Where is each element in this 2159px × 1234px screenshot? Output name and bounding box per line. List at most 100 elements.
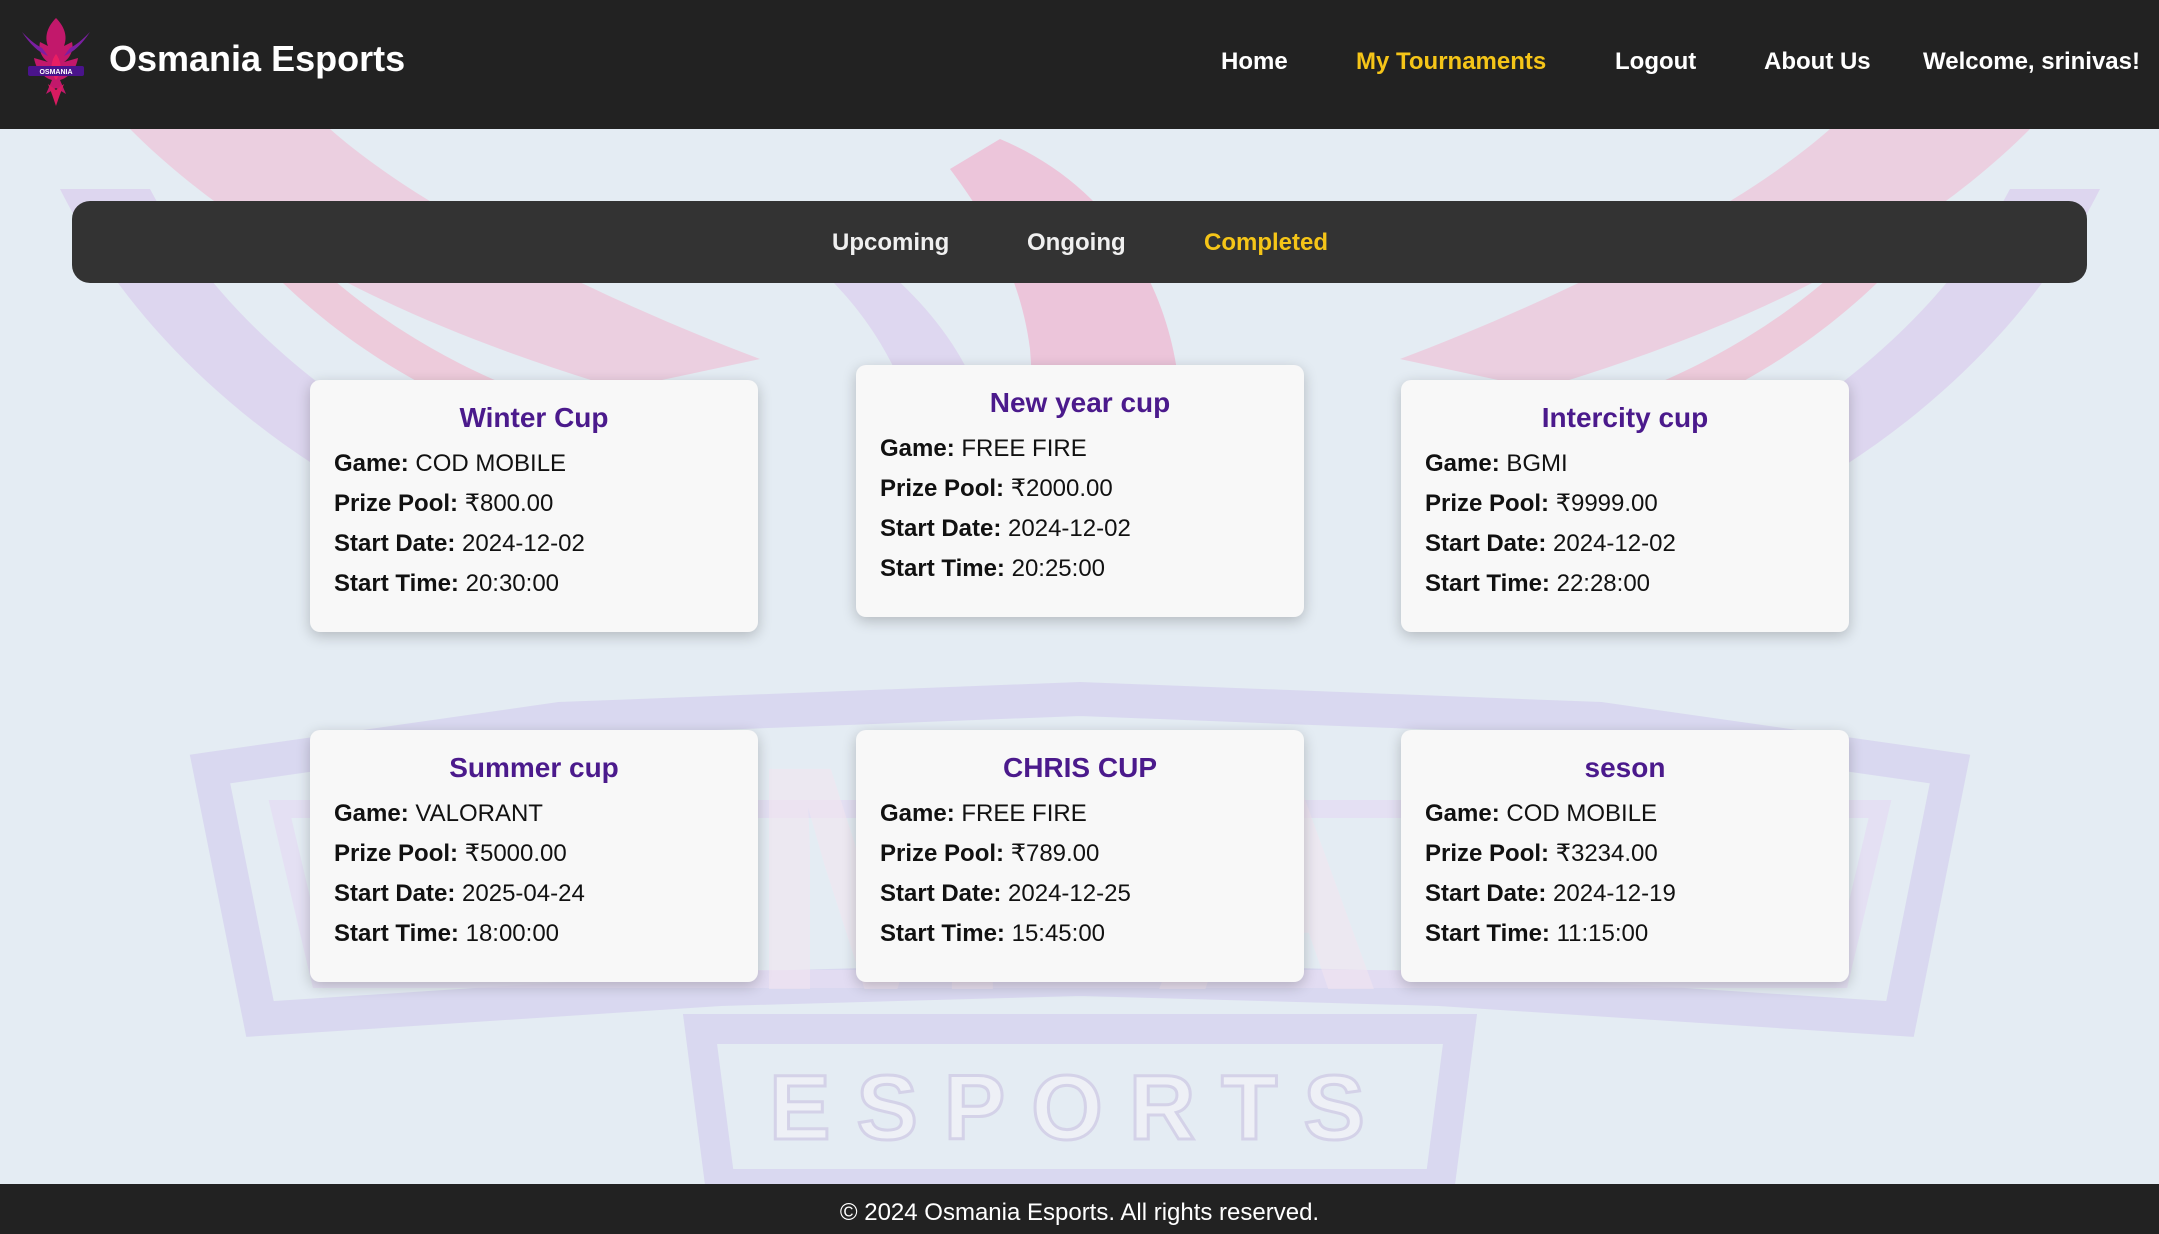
tournament-name: New year cup	[989, 387, 1171, 418]
date-value: 2024-12-02	[462, 530, 585, 557]
date-value: 2024-12-19	[1553, 880, 1676, 907]
time-row: Start Time: 20:25:00	[880, 549, 1280, 589]
prize-row: Prize Pool: ₹3234.00	[1425, 834, 1825, 874]
date-row: Start Date: 2025-04-24	[334, 874, 734, 914]
svg-text:ESPORTS: ESPORTS	[769, 1057, 1391, 1159]
tournament-card[interactable]: Winter Cup Game: COD MOBILE Prize Pool: …	[310, 380, 758, 632]
nav-about-link[interactable]: About Us	[1764, 48, 1871, 76]
tournament-card[interactable]: seson Game: COD MOBILE Prize Pool: ₹3234…	[1401, 730, 1849, 982]
prize-value: ₹789.00	[1010, 840, 1100, 867]
date-value: 2024-12-02	[1553, 530, 1676, 557]
time-label: Start Time:	[1425, 920, 1550, 947]
prize-label: Prize Pool:	[334, 490, 459, 517]
date-row: Start Date: 2024-12-25	[880, 874, 1280, 914]
prize-value: ₹800.00	[464, 490, 554, 517]
game-row: Game: FREE FIRE	[880, 429, 1280, 469]
brand-name[interactable]: Osmania Esports	[109, 38, 405, 80]
date-value: 2025-04-24	[462, 880, 585, 907]
top-navbar: OSMANIA Osmania Esports Home My Tourname…	[0, 0, 2159, 129]
prize-value: ₹5000.00	[464, 840, 567, 867]
game-label: Game:	[880, 435, 955, 462]
phoenix-watermark-icon: M A ESPORTS	[60, 129, 2100, 1184]
svg-text:OSMANIA: OSMANIA	[39, 69, 72, 76]
nav-my-tournaments-link[interactable]: My Tournaments	[1356, 48, 1546, 76]
game-row: Game: COD MOBILE	[1425, 794, 1825, 834]
tournament-card[interactable]: New year cup Game: FREE FIRE Prize Pool:…	[856, 365, 1304, 617]
tournament-status-tabs: Upcoming Ongoing Completed	[72, 201, 2087, 283]
tournament-name: CHRIS CUP	[1002, 752, 1157, 783]
tab-ongoing[interactable]: Ongoing	[1027, 229, 1126, 257]
game-label: Game:	[1425, 450, 1500, 477]
prize-row: Prize Pool: ₹800.00	[334, 484, 734, 524]
phoenix-logo-icon[interactable]: OSMANIA	[18, 14, 94, 108]
game-value: COD MOBILE	[415, 450, 567, 477]
game-value: VALORANT	[415, 800, 543, 827]
prize-row: Prize Pool: ₹5000.00	[334, 834, 734, 874]
prize-label: Prize Pool:	[880, 475, 1005, 502]
date-label: Start Date:	[334, 530, 456, 557]
welcome-text: Welcome, srinivas!	[1923, 48, 2140, 75]
time-value: 20:25:00	[1011, 555, 1106, 582]
time-row: Start Time: 15:45:00	[880, 914, 1280, 954]
date-value: 2024-12-02	[1008, 515, 1131, 542]
time-value: 11:15:00	[1556, 920, 1649, 947]
time-row: Start Time: 22:28:00	[1425, 564, 1825, 604]
date-row: Start Date: 2024-12-02	[880, 509, 1280, 549]
time-row: Start Time: 20:30:00	[334, 564, 734, 604]
tournament-name: Intercity cup	[1541, 402, 1709, 433]
game-value: FREE FIRE	[961, 800, 1087, 827]
time-row: Start Time: 18:00:00	[334, 914, 734, 954]
prize-value: ₹3234.00	[1555, 840, 1658, 867]
time-value: 18:00:00	[465, 920, 560, 947]
tournament-card[interactable]: Summer cup Game: VALORANT Prize Pool: ₹5…	[310, 730, 758, 982]
game-row: Game: BGMI	[1425, 444, 1825, 484]
game-label: Game:	[880, 800, 955, 827]
date-label: Start Date:	[334, 880, 456, 907]
tournament-name: Winter Cup	[459, 402, 609, 433]
prize-label: Prize Pool:	[1425, 840, 1550, 867]
footer: © 2024 Osmania Esports. All rights reser…	[0, 1184, 2159, 1234]
time-row: Start Time: 11:15:00	[1425, 914, 1825, 954]
prize-label: Prize Pool:	[334, 840, 459, 867]
prize-row: Prize Pool: ₹789.00	[880, 834, 1280, 874]
time-label: Start Time:	[1425, 570, 1550, 597]
date-label: Start Date:	[880, 515, 1002, 542]
background-watermark: M A ESPORTS	[0, 129, 2159, 1184]
time-value: 20:30:00	[465, 570, 560, 597]
game-row: Game: FREE FIRE	[880, 794, 1280, 834]
tournament-card[interactable]: Intercity cup Game: BGMI Prize Pool: ₹99…	[1401, 380, 1849, 632]
time-label: Start Time:	[880, 920, 1005, 947]
time-value: 22:28:00	[1556, 570, 1651, 597]
prize-label: Prize Pool:	[880, 840, 1005, 867]
game-value: COD MOBILE	[1506, 800, 1658, 827]
time-label: Start Time:	[334, 570, 459, 597]
prize-label: Prize Pool:	[1425, 490, 1550, 517]
game-row: Game: COD MOBILE	[334, 444, 734, 484]
date-label: Start Date:	[1425, 530, 1547, 557]
prize-value: ₹9999.00	[1555, 490, 1658, 517]
time-label: Start Time:	[334, 920, 459, 947]
game-label: Game:	[1425, 800, 1500, 827]
prize-row: Prize Pool: ₹9999.00	[1425, 484, 1825, 524]
date-label: Start Date:	[880, 880, 1002, 907]
game-value: FREE FIRE	[961, 435, 1087, 462]
nav-home-link[interactable]: Home	[1221, 48, 1288, 76]
tournament-name: Summer cup	[449, 752, 619, 783]
game-label: Game:	[334, 450, 409, 477]
date-label: Start Date:	[1425, 880, 1547, 907]
date-row: Start Date: 2024-12-02	[1425, 524, 1825, 564]
nav-logout-link[interactable]: Logout	[1615, 48, 1696, 76]
date-row: Start Date: 2024-12-19	[1425, 874, 1825, 914]
copyright-text: © 2024 Osmania Esports. All rights reser…	[839, 1199, 1320, 1226]
time-value: 15:45:00	[1011, 920, 1106, 947]
game-value: BGMI	[1506, 450, 1568, 477]
game-row: Game: VALORANT	[334, 794, 734, 834]
tab-upcoming[interactable]: Upcoming	[832, 229, 949, 257]
prize-value: ₹2000.00	[1010, 475, 1113, 502]
tab-completed[interactable]: Completed	[1204, 229, 1328, 257]
tournament-name: seson	[1584, 752, 1666, 783]
game-label: Game:	[334, 800, 409, 827]
prize-row: Prize Pool: ₹2000.00	[880, 469, 1280, 509]
tournament-card[interactable]: CHRIS CUP Game: FREE FIRE Prize Pool: ₹7…	[856, 730, 1304, 982]
time-label: Start Time:	[880, 555, 1005, 582]
